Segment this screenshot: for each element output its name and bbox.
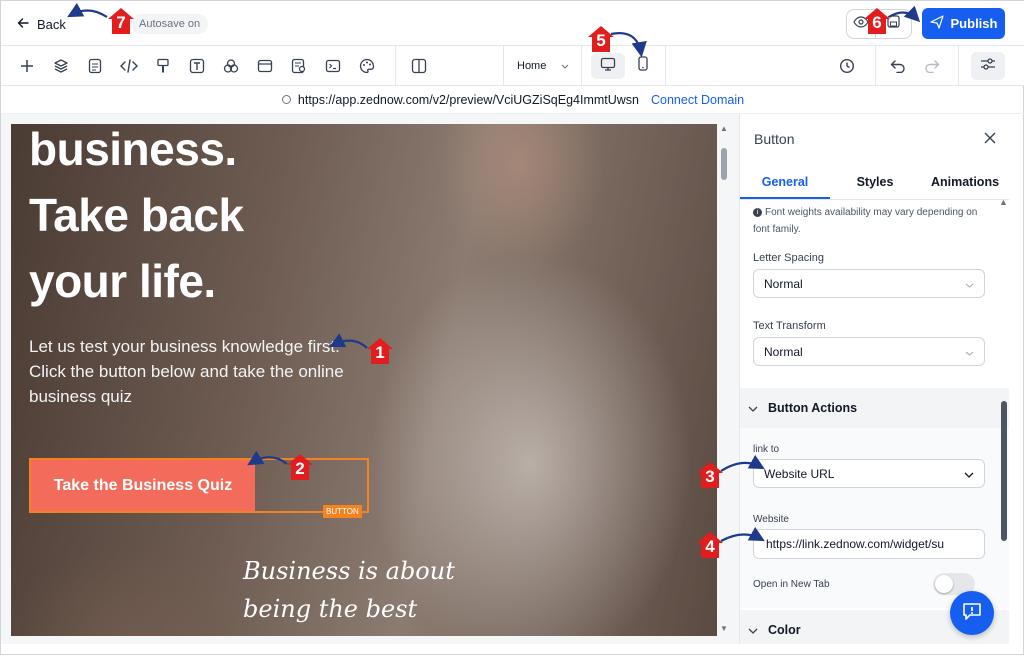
- app-window: Back Autosave on Publish Home https://ap…: [0, 0, 1024, 655]
- annotation-arrow-2: [247, 450, 288, 466]
- annotation-arrow-4: [720, 526, 765, 542]
- annotation-arrow-3: [720, 454, 765, 472]
- annotation-arrow-5: [610, 32, 647, 58]
- annotation-arrow-1: [329, 333, 368, 349]
- annotation-arrow-7: [67, 2, 108, 18]
- annotation-arrows: [67, 2, 921, 542]
- annotation-arrow-6: [888, 5, 921, 23]
